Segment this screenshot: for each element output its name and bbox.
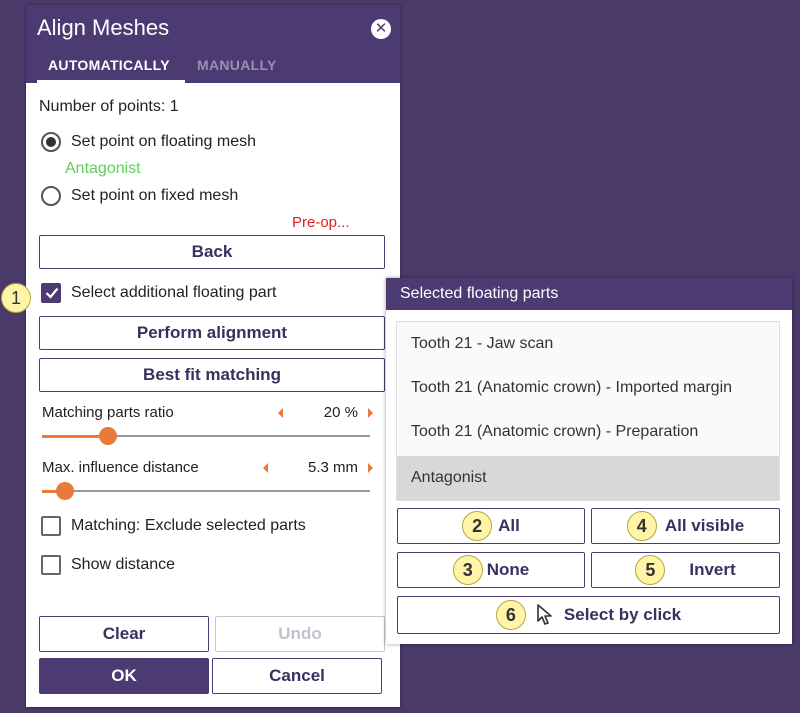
clear-button[interactable]: Clear [39,616,209,652]
cursor-icon [537,604,552,625]
best-fit-matching-button[interactable]: Best fit matching [39,358,385,392]
callout-6: 6 [495,600,526,630]
dialog-title: Align Meshes [37,15,170,40]
all-button-label: All [498,516,520,535]
max-influence-decrease-icon[interactable] [263,463,268,473]
max-influence-track[interactable] [42,490,370,492]
ok-button[interactable]: OK [39,658,209,694]
callout-1: 1 [1,283,31,313]
align-meshes-dialog: Align Meshes ✕ AUTOMATICALLY MANUALLY Nu… [26,5,400,707]
radio-fixed-mesh-label: Set point on fixed mesh [71,187,239,204]
select-additional-label: Select additional floating part [71,284,277,301]
cancel-button[interactable]: Cancel [212,658,382,694]
max-influence-increase-icon[interactable] [368,463,373,473]
matching-ratio-thumb[interactable] [99,427,117,445]
exclude-selected-label: Matching: Exclude selected parts [71,517,306,534]
floating-mesh-name: Antagonist [65,160,141,177]
list-item[interactable]: Tooth 21 (Anatomic crown) - Imported mar… [397,366,779,410]
selected-floating-parts-panel: Selected floating parts Tooth 21 - Jaw s… [386,278,792,644]
perform-alignment-button[interactable]: Perform alignment [39,316,385,350]
all-visible-button[interactable]: 4 All visible [591,508,780,544]
select-by-click-button[interactable]: 6 Select by click [397,596,780,634]
close-icon[interactable]: ✕ [371,19,391,39]
callout-3: 3 [452,555,483,585]
back-button[interactable]: Back [39,235,385,269]
all-button[interactable]: 2 All [397,508,585,544]
panel-title: Selected floating parts [400,285,559,302]
max-influence-label: Max. influence distance [42,459,199,476]
none-button[interactable]: 3 None [397,552,585,588]
fixed-mesh-name: Pre-op... [292,214,350,231]
panel-header: Selected floating parts [386,278,792,310]
list-item[interactable]: Tooth 21 (Anatomic crown) - Preparation [397,410,779,454]
show-distance-checkbox[interactable] [41,555,61,575]
list-item[interactable]: Tooth 21 - Jaw scan [397,322,779,366]
exclude-selected-checkbox[interactable] [41,516,61,536]
radio-floating-mesh-label: Set point on floating mesh [71,133,257,150]
max-influence-thumb[interactable] [56,482,74,500]
checkmark-icon [45,287,59,299]
number-of-points: Number of points: 1 [39,98,179,115]
show-distance-label: Show distance [71,556,176,573]
all-visible-button-label: All visible [664,516,745,535]
matching-ratio-increase-icon[interactable] [368,408,373,418]
invert-button-label: Invert [689,560,736,579]
max-influence-value: 5.3 mm [307,459,358,476]
matching-ratio-value: 20 % [323,404,358,421]
active-tab-indicator [37,80,185,83]
matching-ratio-label: Matching parts ratio [42,404,174,421]
select-additional-checkbox[interactable] [41,283,61,303]
floating-parts-list: Tooth 21 - Jaw scan Tooth 21 (Anatomic c… [396,321,780,501]
dialog-header: Align Meshes ✕ AUTOMATICALLY MANUALLY [26,5,400,83]
matching-ratio-decrease-icon[interactable] [278,408,283,418]
callout-2: 2 [462,511,493,541]
callout-4: 4 [626,511,657,541]
list-item-selected[interactable]: Antagonist [397,456,779,500]
invert-button[interactable]: 5 Invert [591,552,780,588]
radio-fixed-mesh[interactable] [41,186,61,206]
none-button-label: None [486,560,530,579]
tab-manually[interactable]: MANUALLY [197,57,277,73]
radio-floating-mesh[interactable] [41,132,61,152]
tab-automatically[interactable]: AUTOMATICALLY [48,57,170,73]
select-by-click-label: Select by click [563,605,682,624]
callout-5: 5 [635,555,666,585]
undo-button[interactable]: Undo [215,616,385,652]
